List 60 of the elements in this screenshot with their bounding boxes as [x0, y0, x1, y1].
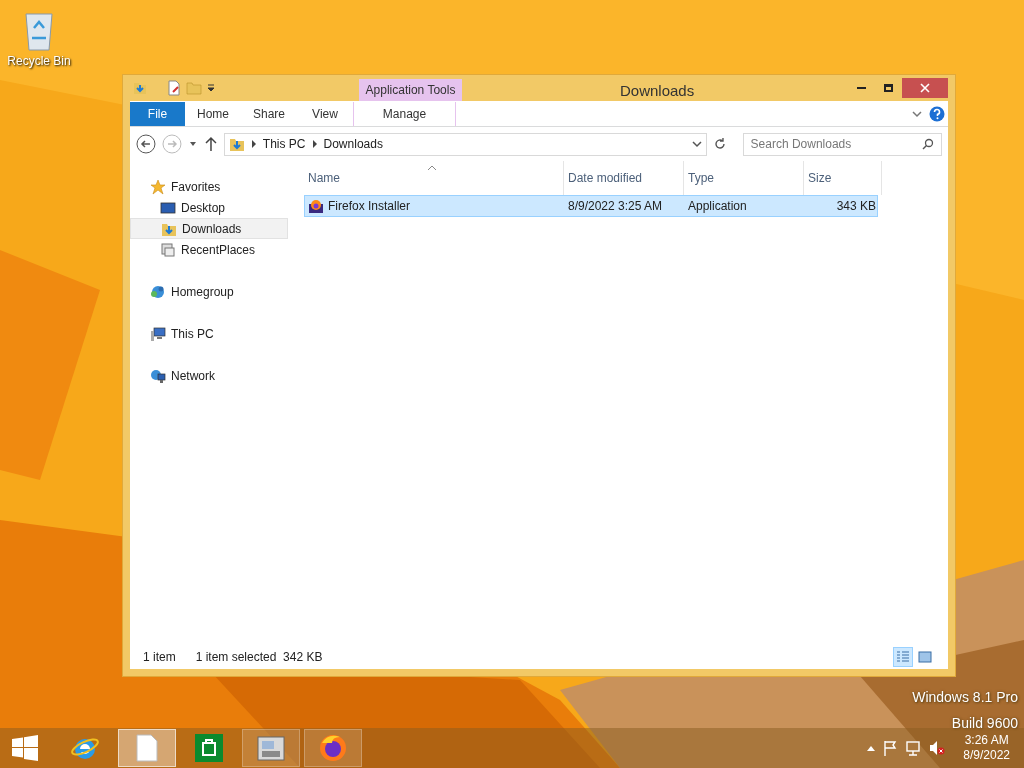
help-icon[interactable] [929, 105, 945, 122]
ribbon-tab[interactable]: Home [185, 102, 241, 126]
chevron-down-icon[interactable] [691, 139, 702, 149]
nav-item[interactable]: Network [130, 365, 288, 386]
refresh-icon[interactable] [712, 137, 727, 151]
homegroup-icon [150, 283, 166, 300]
windows-logo-icon [12, 735, 38, 761]
star-icon [150, 178, 166, 195]
os-watermark: Build 9600 [951, 714, 1018, 733]
nav-item[interactable]: Desktop [130, 197, 288, 218]
tray-expand-icon[interactable] [867, 745, 876, 751]
item-count: 1 item [143, 649, 176, 666]
address-bar[interactable]: This PC Downloads [223, 132, 707, 156]
breadcrumb[interactable]: Downloads [323, 135, 383, 153]
taskbar-app-button[interactable] [242, 729, 300, 767]
nav-item[interactable]: Favorites [130, 176, 288, 197]
os-watermark: Windows 8.1 Pro [912, 688, 1018, 707]
firefox-icon [318, 733, 348, 763]
nav-item[interactable]: Homegroup [130, 281, 288, 302]
folder-download-icon [228, 136, 245, 152]
flag-icon[interactable] [883, 740, 898, 756]
search-field[interactable]: Search Downloads [742, 132, 943, 156]
breadcrumb-arrow-icon[interactable] [311, 140, 318, 148]
nav-item[interactable]: RecentPlaces [130, 239, 288, 260]
file-row[interactable]: Firefox Installer 8/9/2022 3:25 AM Application 343 KB [304, 195, 878, 217]
up-arrow-icon[interactable] [203, 136, 218, 152]
taskbar-app-button[interactable] [304, 729, 362, 767]
speaker-muted-icon[interactable] [929, 740, 946, 756]
selection-info: 1 item selected 342 KB [195, 649, 323, 666]
clock[interactable]: 3:26 AM 8/9/2022 [963, 733, 1010, 763]
ribbon-tab[interactable]: File [130, 102, 185, 126]
network-icon[interactable] [905, 740, 922, 756]
ribbon-tab[interactable]: View [297, 102, 353, 126]
ribbon-tab[interactable]: Manage [353, 102, 456, 126]
window-title: Downloads [620, 81, 695, 101]
file-date: 8/9/2022 3:25 AM [567, 198, 664, 215]
monitor-icon [160, 199, 176, 216]
details-icon [896, 651, 910, 663]
new-document-icon[interactable] [166, 80, 182, 96]
recent-places-icon [160, 241, 176, 258]
contextual-tab-group: Application Tools [359, 79, 462, 101]
nav-item[interactable]: This PC [130, 323, 288, 344]
file-type: Application [687, 198, 748, 215]
close-icon [920, 83, 930, 93]
file-size: 343 KB [835, 198, 876, 215]
computer-icon [150, 325, 166, 342]
network-icon [150, 367, 166, 384]
search-icon [922, 138, 935, 150]
nav-item[interactable]: Downloads [130, 218, 288, 239]
ribbon-tab[interactable]: Share [241, 102, 297, 126]
firefox-icon [308, 198, 324, 214]
store-icon [195, 734, 223, 762]
file-name: Firefox Installer [328, 198, 411, 215]
desktop-icon-label: Recycle Bin [7, 53, 71, 70]
breadcrumb[interactable]: This PC [262, 135, 306, 153]
dropdown-icon[interactable] [206, 83, 216, 93]
document-icon [135, 734, 159, 762]
thumbnail-icon [918, 651, 932, 663]
back-icon[interactable] [136, 134, 156, 154]
breadcrumb-arrow-icon[interactable] [250, 140, 257, 148]
